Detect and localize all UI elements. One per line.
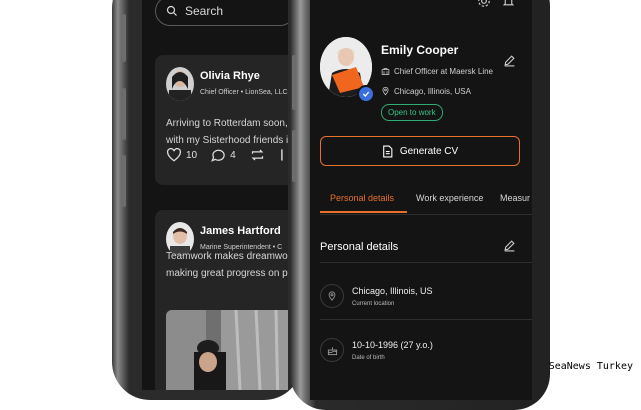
location-pin-icon: [328, 291, 336, 301]
detail-label: Current location: [352, 301, 395, 307]
feed-post[interactable]: James Hartford Marine Superintendent • C…: [155, 210, 288, 390]
location-icon-wrap: [320, 284, 344, 308]
tab-personal-details[interactable]: Personal details: [330, 193, 394, 203]
post-actions: 10 4: [166, 148, 288, 162]
repost-icon: [251, 149, 264, 161]
share-icon: [280, 149, 283, 161]
post-image[interactable]: [166, 310, 288, 390]
location-pin-icon: [382, 86, 389, 96]
watermark: SeaNews Turkey: [548, 361, 633, 372]
post-text-line: making great progress on p: [166, 268, 288, 279]
profile-position: Chief Officer at Maersk Line: [381, 67, 493, 76]
like-button[interactable]: 10: [166, 148, 197, 162]
profile-location: Chicago, Illinois, USA: [381, 86, 471, 96]
detail-row-location: Chicago, Illinois, US Current location: [320, 284, 530, 314]
search-placeholder: Search: [185, 4, 224, 18]
briefcase-icon: [381, 68, 390, 75]
cake-icon-wrap: [320, 338, 344, 362]
feed-post[interactable]: Olivia Rhye Chief Officer • LionSea, LLC…: [155, 55, 288, 185]
divider: [320, 319, 532, 320]
post-text-line: Arriving to Rotterdam soon, c: [166, 118, 288, 129]
post-text-line: Teamwork makes dreamwo: [166, 251, 288, 262]
generate-cv-button[interactable]: Generate CV: [320, 136, 520, 166]
detail-value: 10-10-1996 (27 y.o.): [352, 340, 433, 350]
phone-side-button: [122, 88, 126, 140]
edit-profile-icon[interactable]: [503, 54, 516, 67]
comment-count: 4: [230, 149, 236, 161]
divider: [320, 262, 532, 263]
phone-side-button: [292, 130, 296, 182]
detail-label: Date of birth: [352, 355, 385, 361]
bell-icon[interactable]: [502, 0, 515, 8]
checkmark-icon: [362, 91, 370, 97]
section-title: Personal details: [320, 241, 399, 253]
cake-icon: [327, 346, 337, 355]
profile-name: Emily Cooper: [381, 43, 459, 57]
avatar[interactable]: [166, 67, 194, 101]
profile-position-text: Chief Officer at Maersk Line: [394, 67, 494, 76]
tab-measurements[interactable]: Measur: [500, 193, 530, 203]
phone-side-button: [292, 55, 296, 110]
post-author-role: Chief Officer • LionSea, LLC: [200, 89, 288, 96]
comment-icon: [211, 149, 225, 162]
profile-location-text: Chicago, Illinois, USA: [394, 86, 471, 96]
post-author-name[interactable]: Olivia Rhye: [200, 70, 260, 82]
comment-button[interactable]: 4: [211, 148, 236, 162]
feed-screen: Search Olivia Rhye Chief Officer • LionS…: [142, 0, 288, 390]
generate-cv-label: Generate CV: [399, 145, 459, 157]
tab-work-experience[interactable]: Work experience: [416, 193, 483, 203]
settings-icon[interactable]: [477, 0, 491, 8]
share-button[interactable]: [279, 148, 288, 162]
profile-tabs: Personal details Work experience Measur: [320, 190, 532, 215]
active-tab-indicator: [320, 211, 407, 213]
document-icon: [382, 145, 393, 157]
like-count: 10: [186, 149, 198, 161]
phone-side-button: [122, 155, 126, 207]
open-to-work-badge: Open to work: [381, 104, 443, 121]
post-text-line: with my Sisterhood friends in: [166, 135, 288, 146]
detail-value: Chicago, Illinois, US: [352, 286, 433, 296]
verified-badge: [357, 85, 375, 103]
search-icon: [166, 5, 177, 16]
post-author-name[interactable]: James Hartford: [200, 225, 281, 237]
detail-row-birth: 10-10-1996 (27 y.o.) Date of birth: [320, 338, 530, 368]
edit-details-icon[interactable]: [503, 239, 516, 252]
heart-icon: [166, 148, 182, 162]
repost-button[interactable]: [250, 148, 265, 162]
phone-side-button: [122, 14, 126, 62]
search-input[interactable]: Search: [155, 0, 288, 26]
profile-screen: Emily Cooper Chief Officer at Maersk Lin…: [310, 0, 532, 400]
